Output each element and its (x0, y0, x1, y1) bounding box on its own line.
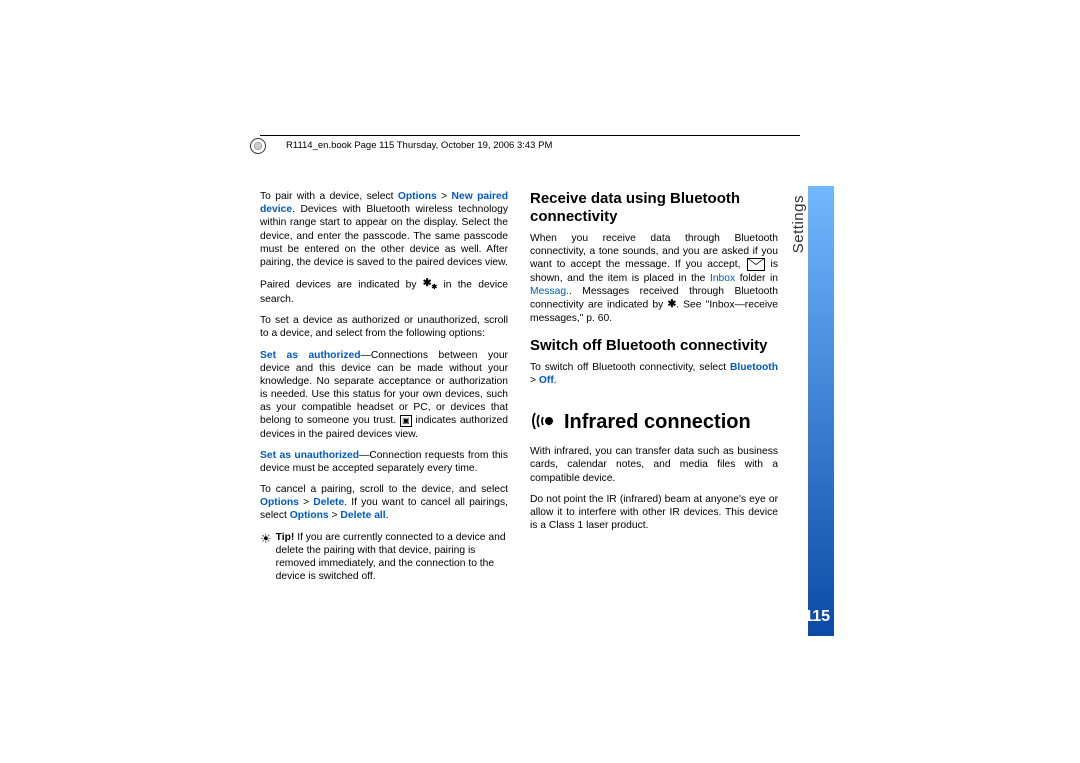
text: When you receive data through Bluetooth … (530, 233, 778, 271)
bluetooth-pair-icon: ✱✱ (423, 277, 438, 293)
link-delete-all: Delete all (340, 510, 385, 521)
text: . (386, 510, 389, 521)
para-switch-off: To switch off Bluetooth connectivity, se… (530, 361, 778, 387)
link-options-3: Options (290, 510, 329, 521)
text: To cancel a pairing, scroll to the devic… (260, 484, 508, 495)
text: . Devices with Bluetooth wireless techno… (260, 204, 508, 268)
column-left: To pair with a device, select Options > … (260, 190, 508, 591)
link-messag: Messag. (530, 286, 569, 297)
side-gradient (808, 186, 834, 636)
link-bluetooth: Bluetooth (730, 362, 778, 373)
link-options-2: Options (260, 497, 299, 508)
para-ir-2: Do not point the IR (infrared) beam at a… (530, 493, 778, 533)
link-inbox: Inbox (710, 273, 735, 284)
para-receive: When you receive data through Bluetooth … (530, 232, 778, 325)
section-tab-label: Settings (790, 195, 807, 253)
text: > (530, 375, 539, 386)
para-ir-1: With infrared, you can transfer data suc… (530, 445, 778, 485)
heading-switch-off: Switch off Bluetooth connectivity (530, 337, 778, 355)
authorized-icon: ▣ (400, 415, 412, 427)
para-indicated: Paired devices are indicated by ✱✱ in th… (260, 277, 508, 306)
tip-label: Tip! (276, 532, 295, 543)
heading-receive-data: Receive data using Bluetooth connectivit… (530, 190, 778, 226)
para-set-unauthorized: Set as unauthorized—Connection requests … (260, 449, 508, 475)
page-number: 115 (804, 608, 830, 626)
infrared-icon (530, 409, 554, 437)
text: folder in (735, 273, 778, 284)
tip-icon: ☀ (260, 532, 272, 545)
page-content: To pair with a device, select Options > … (260, 130, 830, 591)
para-pair: To pair with a device, select Options > … (260, 190, 508, 269)
column-right: Receive data using Bluetooth connectivit… (530, 190, 778, 591)
label-set-unauthorized: Set as unauthorized (260, 450, 359, 461)
text: . (554, 375, 557, 386)
heading-infrared-row: Infrared connection (530, 409, 778, 437)
text: To switch off Bluetooth connectivity, se… (530, 362, 730, 373)
link-options: Options (398, 191, 437, 202)
text: If you are currently connected to a devi… (276, 532, 506, 583)
para-cancel-pairing: To cancel a pairing, scroll to the devic… (260, 483, 508, 523)
label-set-authorized: Set as authorized (260, 350, 361, 361)
text: > (329, 510, 341, 521)
tip-block: ☀ Tip! If you are currently connected to… (260, 531, 508, 584)
link-off: Off (539, 375, 554, 386)
link-delete: Delete (313, 497, 344, 508)
envelope-icon (747, 258, 765, 271)
para-setauth-intro: To set a device as authorized or unautho… (260, 314, 508, 340)
text: > (437, 191, 452, 202)
tip-text: Tip! If you are currently connected to a… (276, 531, 508, 584)
heading-infrared: Infrared connection (564, 410, 751, 436)
text: To pair with a device, select (260, 191, 398, 202)
para-set-authorized: Set as authorized—Connections between yo… (260, 349, 508, 441)
bt-msg-icon: ✱ (667, 298, 676, 311)
text: Paired devices are indicated by (260, 280, 423, 291)
text: > (299, 497, 313, 508)
